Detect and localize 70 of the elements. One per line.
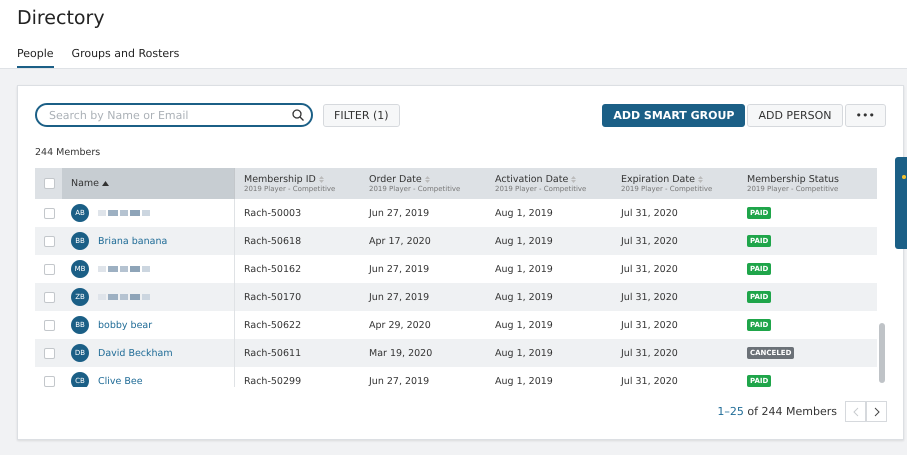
table-cell: Jul 31, 2020 — [621, 208, 678, 218]
table-cell: Aug 1, 2019 — [495, 348, 553, 358]
name-link[interactable]: David Beckham — [98, 348, 173, 358]
tab[interactable]: People — [17, 44, 54, 68]
table-cell: Aug 1, 2019 — [495, 236, 553, 246]
row-checkbox[interactable] — [44, 320, 55, 330]
search-field[interactable]: Search by Name or Email — [35, 103, 313, 127]
column-header: Name — [71, 178, 100, 189]
table-cell: Jun 27, 2019 — [369, 376, 430, 386]
table-cell: Rach-50618 — [244, 236, 302, 246]
table-cell: Aug 1, 2019 — [495, 208, 553, 218]
scrollbar-thumb[interactable] — [879, 323, 885, 383]
sort-icon[interactable] — [698, 176, 703, 183]
add-person-button[interactable]: ADD PERSON — [747, 104, 843, 126]
table-cell: Aug 1, 2019 — [495, 264, 553, 274]
search-icon[interactable] — [292, 109, 304, 121]
table-cell: Mar 19, 2020 — [369, 348, 432, 358]
chevron-left-icon — [852, 406, 858, 416]
sort-icon[interactable] — [424, 176, 430, 183]
name-link[interactable]: Briana banana — [98, 236, 168, 246]
tab[interactable]: Groups and Rosters — [72, 44, 180, 68]
table-cell: Apr 29, 2020 — [369, 320, 431, 330]
table-cell: Apr 17, 2020 — [369, 236, 431, 246]
name-link[interactable]: Clive Bee — [98, 376, 143, 386]
table-cell: Jul 31, 2020 — [621, 348, 678, 358]
sort-icon[interactable] — [318, 176, 324, 183]
table-cell: Rach-50003 — [244, 208, 302, 218]
page-title: Directory — [17, 6, 106, 31]
table-cell: Jul 31, 2020 — [621, 236, 678, 246]
row-checkbox[interactable] — [44, 264, 55, 274]
table-cell: Rach-50170 — [244, 292, 302, 302]
table-cell: Jun 27, 2019 — [369, 208, 430, 218]
next-page-button[interactable] — [866, 401, 887, 422]
table-cell: Aug 1, 2019 — [495, 292, 553, 302]
add-smart-group-button[interactable]: ADD SMART GROUP — [602, 104, 746, 126]
row-checkbox[interactable] — [44, 208, 55, 218]
filter-button[interactable]: FILTER (1) — [323, 104, 400, 126]
column-header-cell[interactable]: Name — [62, 168, 235, 199]
column-header: Membership Status — [747, 174, 840, 185]
member-count: 244 Members — [35, 147, 102, 158]
redacted-name-drawing — [98, 208, 152, 218]
column-header: Activation Date — [495, 174, 568, 185]
table-cell: Aug 1, 2019 — [495, 320, 553, 330]
table-cell: Aug 1, 2019 — [495, 376, 553, 386]
row-checkbox[interactable] — [44, 376, 55, 386]
name-link[interactable]: bobby bear — [98, 320, 152, 330]
more-button[interactable]: ••• — [844, 104, 886, 126]
pagination-text: 1–25 of 244 Members — [717, 405, 837, 418]
table-cell: Rach-50611 — [244, 348, 302, 358]
column-header: Expiration Date — [621, 174, 695, 185]
select-all-checkbox[interactable] — [44, 178, 55, 189]
sort-icon[interactable] — [571, 176, 576, 183]
table-cell: Rach-50299 — [244, 376, 302, 386]
sort-ascending-icon[interactable] — [102, 181, 110, 186]
table-cell: Rach-50162 — [244, 264, 302, 274]
table-cell: Rach-50622 — [244, 320, 302, 330]
redacted-name-drawing — [98, 264, 152, 274]
row-checkbox[interactable] — [44, 292, 55, 302]
column-header: Membership ID — [244, 174, 316, 185]
table-cell: Jul 31, 2020 — [621, 292, 678, 302]
table-cell: Jul 31, 2020 — [621, 376, 678, 386]
chevron-right-icon — [874, 406, 880, 416]
row-checkbox[interactable] — [44, 348, 55, 358]
row-checkbox[interactable] — [44, 236, 55, 246]
redacted-name-drawing — [98, 292, 152, 302]
column-header: Order Date — [369, 174, 422, 185]
table-cell: Jul 31, 2020 — [621, 320, 678, 330]
table-cell: Jun 27, 2019 — [369, 292, 430, 302]
table-cell: Jul 31, 2020 — [621, 264, 678, 274]
table-cell: Jun 27, 2019 — [369, 264, 430, 274]
